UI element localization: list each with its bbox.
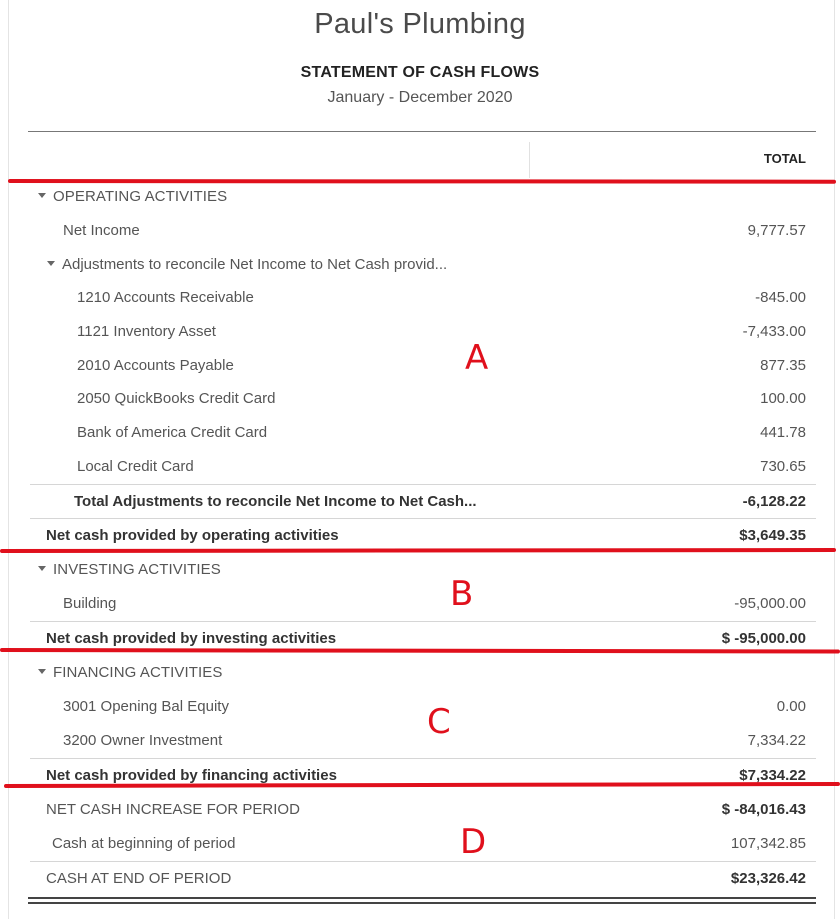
row-label: Cash at beginning of period bbox=[52, 835, 236, 852]
cash-end-row[interactable]: CASH AT END OF PERIOD $23,326.42 bbox=[30, 861, 816, 896]
section-label: FINANCING ACTIVITIES bbox=[53, 664, 223, 681]
header-rule bbox=[28, 131, 816, 132]
row-value[interactable]: 730.65 bbox=[760, 458, 806, 475]
row-value[interactable]: 7,334.22 bbox=[748, 732, 806, 749]
grand-total-double-rule bbox=[28, 897, 816, 904]
section-adjustments[interactable]: Adjustments to reconcile Net Income to N… bbox=[28, 248, 816, 282]
row-value[interactable]: $3,649.35 bbox=[739, 527, 806, 544]
row-value[interactable]: 877.35 bbox=[760, 357, 806, 374]
table-row[interactable]: 3001 Opening Bal Equity 0.00 bbox=[28, 690, 816, 724]
row-label: 3001 Opening Bal Equity bbox=[63, 698, 229, 715]
row-label: Net cash provided by financing activitie… bbox=[46, 767, 337, 784]
table-row[interactable]: Net Income 9,777.57 bbox=[28, 214, 816, 248]
table-row[interactable]: 3200 Owner Investment 7,334.22 bbox=[28, 724, 816, 758]
row-label: Local Credit Card bbox=[77, 458, 194, 475]
annotation-line bbox=[7, 179, 837, 184]
table-row[interactable]: Local Credit Card 730.65 bbox=[28, 450, 816, 484]
section-label: Adjustments to reconcile Net Income to N… bbox=[62, 256, 448, 273]
row-label: 3200 Owner Investment bbox=[63, 732, 223, 749]
row-value[interactable]: 0.00 bbox=[777, 698, 806, 715]
company-name: Paul's Plumbing bbox=[314, 8, 526, 40]
row-label: NET CASH INCREASE FOR PERIOD bbox=[46, 801, 300, 818]
section-label: OPERATING ACTIVITIES bbox=[53, 188, 228, 205]
annotation-label-b: B bbox=[450, 574, 474, 614]
row-label: 1210 Accounts Receivable bbox=[77, 289, 254, 306]
row-value[interactable]: -845.00 bbox=[755, 289, 806, 306]
row-value[interactable]: 100.00 bbox=[760, 390, 806, 407]
row-label: 1121 Inventory Asset bbox=[77, 323, 216, 340]
row-label: 2050 QuickBooks Credit Card bbox=[77, 390, 276, 407]
report-title: STATEMENT OF CASH FLOWS bbox=[300, 64, 540, 81]
section-label: INVESTING ACTIVITIES bbox=[53, 561, 221, 578]
row-value[interactable]: $23,326.42 bbox=[731, 870, 806, 887]
row-value[interactable]: $ -84,016.43 bbox=[722, 801, 806, 818]
annotation-label-d: D bbox=[460, 822, 487, 862]
row-value[interactable]: 9,777.57 bbox=[748, 222, 806, 239]
table-row[interactable]: 1210 Accounts Receivable -845.00 bbox=[28, 281, 816, 315]
cash-beginning-row[interactable]: Cash at beginning of period 107,342.85 bbox=[30, 827, 816, 861]
caret-down-icon[interactable] bbox=[47, 260, 55, 266]
caret-down-icon[interactable] bbox=[38, 192, 46, 198]
table-row[interactable]: 2050 QuickBooks Credit Card 100.00 bbox=[28, 382, 816, 416]
total-row[interactable]: Total Adjustments to reconcile Net Incom… bbox=[30, 484, 816, 519]
subtotal-row[interactable]: Net cash provided by financing activitie… bbox=[30, 758, 816, 793]
column-divider bbox=[529, 142, 530, 178]
row-label: Net Income bbox=[63, 222, 140, 239]
section-financing[interactable]: FINANCING ACTIVITIES bbox=[28, 656, 816, 690]
row-value[interactable]: -6,128.22 bbox=[743, 493, 806, 510]
caret-down-icon[interactable] bbox=[38, 668, 46, 674]
table-row[interactable]: Bank of America Credit Card 441.78 bbox=[28, 416, 816, 450]
row-value[interactable]: -95,000.00 bbox=[734, 595, 806, 612]
section-investing[interactable]: INVESTING ACTIVITIES bbox=[28, 553, 816, 587]
row-label: Net cash provided by investing activitie… bbox=[46, 630, 337, 647]
row-label: Building bbox=[63, 595, 117, 612]
row-value[interactable]: $ -95,000.00 bbox=[722, 630, 806, 647]
row-value[interactable]: -7,433.00 bbox=[743, 323, 806, 340]
net-increase-row[interactable]: NET CASH INCREASE FOR PERIOD $ -84,016.4… bbox=[30, 793, 816, 827]
table-row[interactable]: 1121 Inventory Asset -7,433.00 bbox=[28, 315, 816, 349]
row-label: CASH AT END OF PERIOD bbox=[46, 870, 232, 887]
annotation-label-c: C bbox=[427, 702, 451, 742]
row-label: Bank of America Credit Card bbox=[77, 424, 268, 441]
annotation-label-a: A bbox=[465, 338, 489, 378]
row-label: Net cash provided by operating activitie… bbox=[46, 527, 339, 544]
row-label: Total Adjustments to reconcile Net Incom… bbox=[74, 493, 477, 510]
row-value[interactable]: 107,342.85 bbox=[731, 835, 806, 852]
table-row[interactable]: Building -95,000.00 bbox=[28, 587, 816, 621]
section-operating[interactable]: OPERATING ACTIVITIES bbox=[28, 180, 816, 214]
column-header-total[interactable]: TOTAL bbox=[764, 151, 806, 166]
caret-down-icon[interactable] bbox=[38, 565, 46, 571]
row-value[interactable]: 441.78 bbox=[760, 424, 806, 441]
row-label: 2010 Accounts Payable bbox=[77, 357, 234, 374]
table-row[interactable]: 2010 Accounts Payable 877.35 bbox=[28, 349, 816, 383]
report-period: January - December 2020 bbox=[327, 89, 513, 106]
